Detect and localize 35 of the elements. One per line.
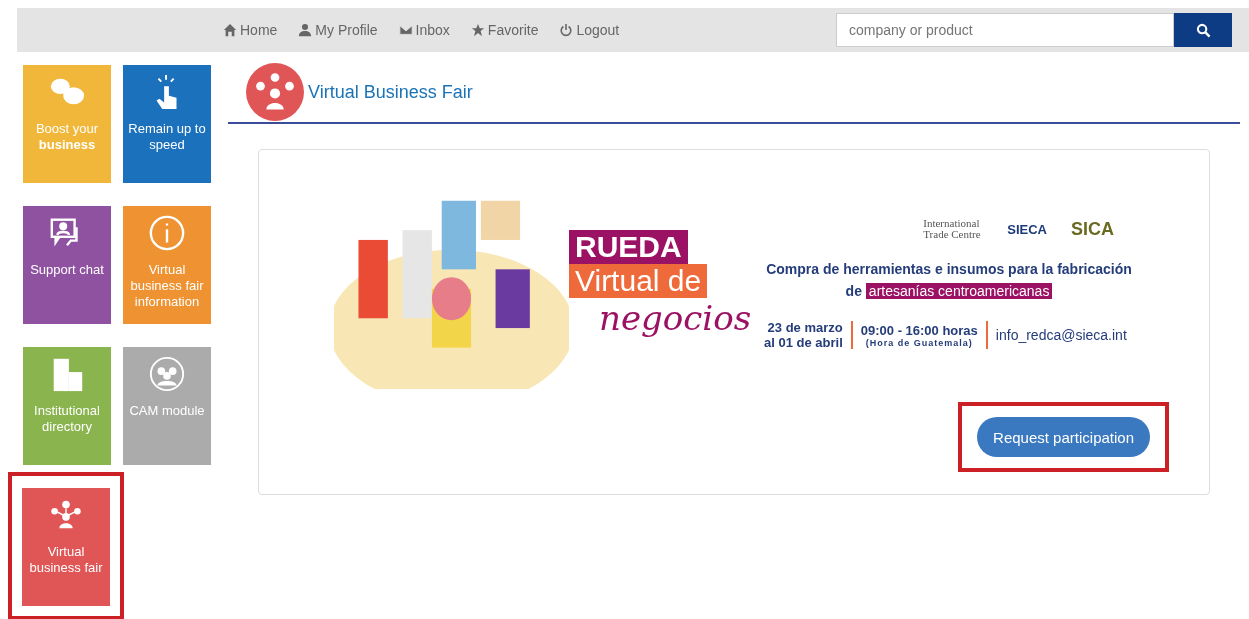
- star-icon: [470, 23, 485, 37]
- nav-link[interactable]: My Profile: [298, 22, 378, 38]
- banner-headline: RUEDA: [569, 230, 688, 264]
- event-hours: 09:00 - 16:00 horas: [860, 322, 978, 338]
- network-people-icon: [246, 63, 304, 121]
- search-icon: [1195, 22, 1211, 38]
- mail-icon: [398, 23, 413, 37]
- banner-headline: Virtual de: [569, 264, 708, 298]
- menu-tile[interactable]: Virtual business fair: [22, 488, 110, 606]
- time-zone: (Hora de Guatemala): [865, 337, 973, 348]
- menu-tile[interactable]: CAM module: [123, 347, 211, 465]
- home-icon: [223, 23, 237, 37]
- menu-tile[interactable]: Institutional directory: [23, 347, 111, 465]
- event-dates: 23 de marzo al 01 de abril: [764, 320, 843, 350]
- info-icon: [148, 214, 186, 252]
- banner-headline: negocios: [599, 298, 752, 338]
- nav-link[interactable]: Inbox: [398, 22, 450, 38]
- nav-link[interactable]: Home: [223, 22, 278, 38]
- search-field[interactable]: company or product: [836, 13, 1174, 47]
- power-icon: [559, 23, 574, 37]
- user-icon: [298, 23, 313, 37]
- people-circle-icon: [148, 355, 186, 393]
- organization-logo: SICA: [1071, 218, 1114, 240]
- page-title: Virtual Business Fair: [308, 81, 473, 103]
- nav-link[interactable]: Favorite: [470, 22, 539, 38]
- search-button[interactable]: [1174, 13, 1232, 47]
- contact-email: info_redca@sieca.int: [995, 327, 1127, 343]
- menu-tile[interactable]: Virtual business fair information: [123, 206, 211, 324]
- organization-logo: SIECA: [1007, 221, 1047, 237]
- menu-tile[interactable]: Support chat: [23, 206, 111, 324]
- banner-subtitle: Compra de herramientas e insumos para la fabricación de artesanías centroamericanas: [765, 260, 1133, 301]
- nav-link[interactable]: Logout: [559, 22, 620, 38]
- request-participation-button[interactable]: Request participation: [977, 417, 1150, 457]
- organization-logo: International Trade Centre: [923, 218, 982, 240]
- menu-tile[interactable]: Remain up to speed: [123, 65, 211, 183]
